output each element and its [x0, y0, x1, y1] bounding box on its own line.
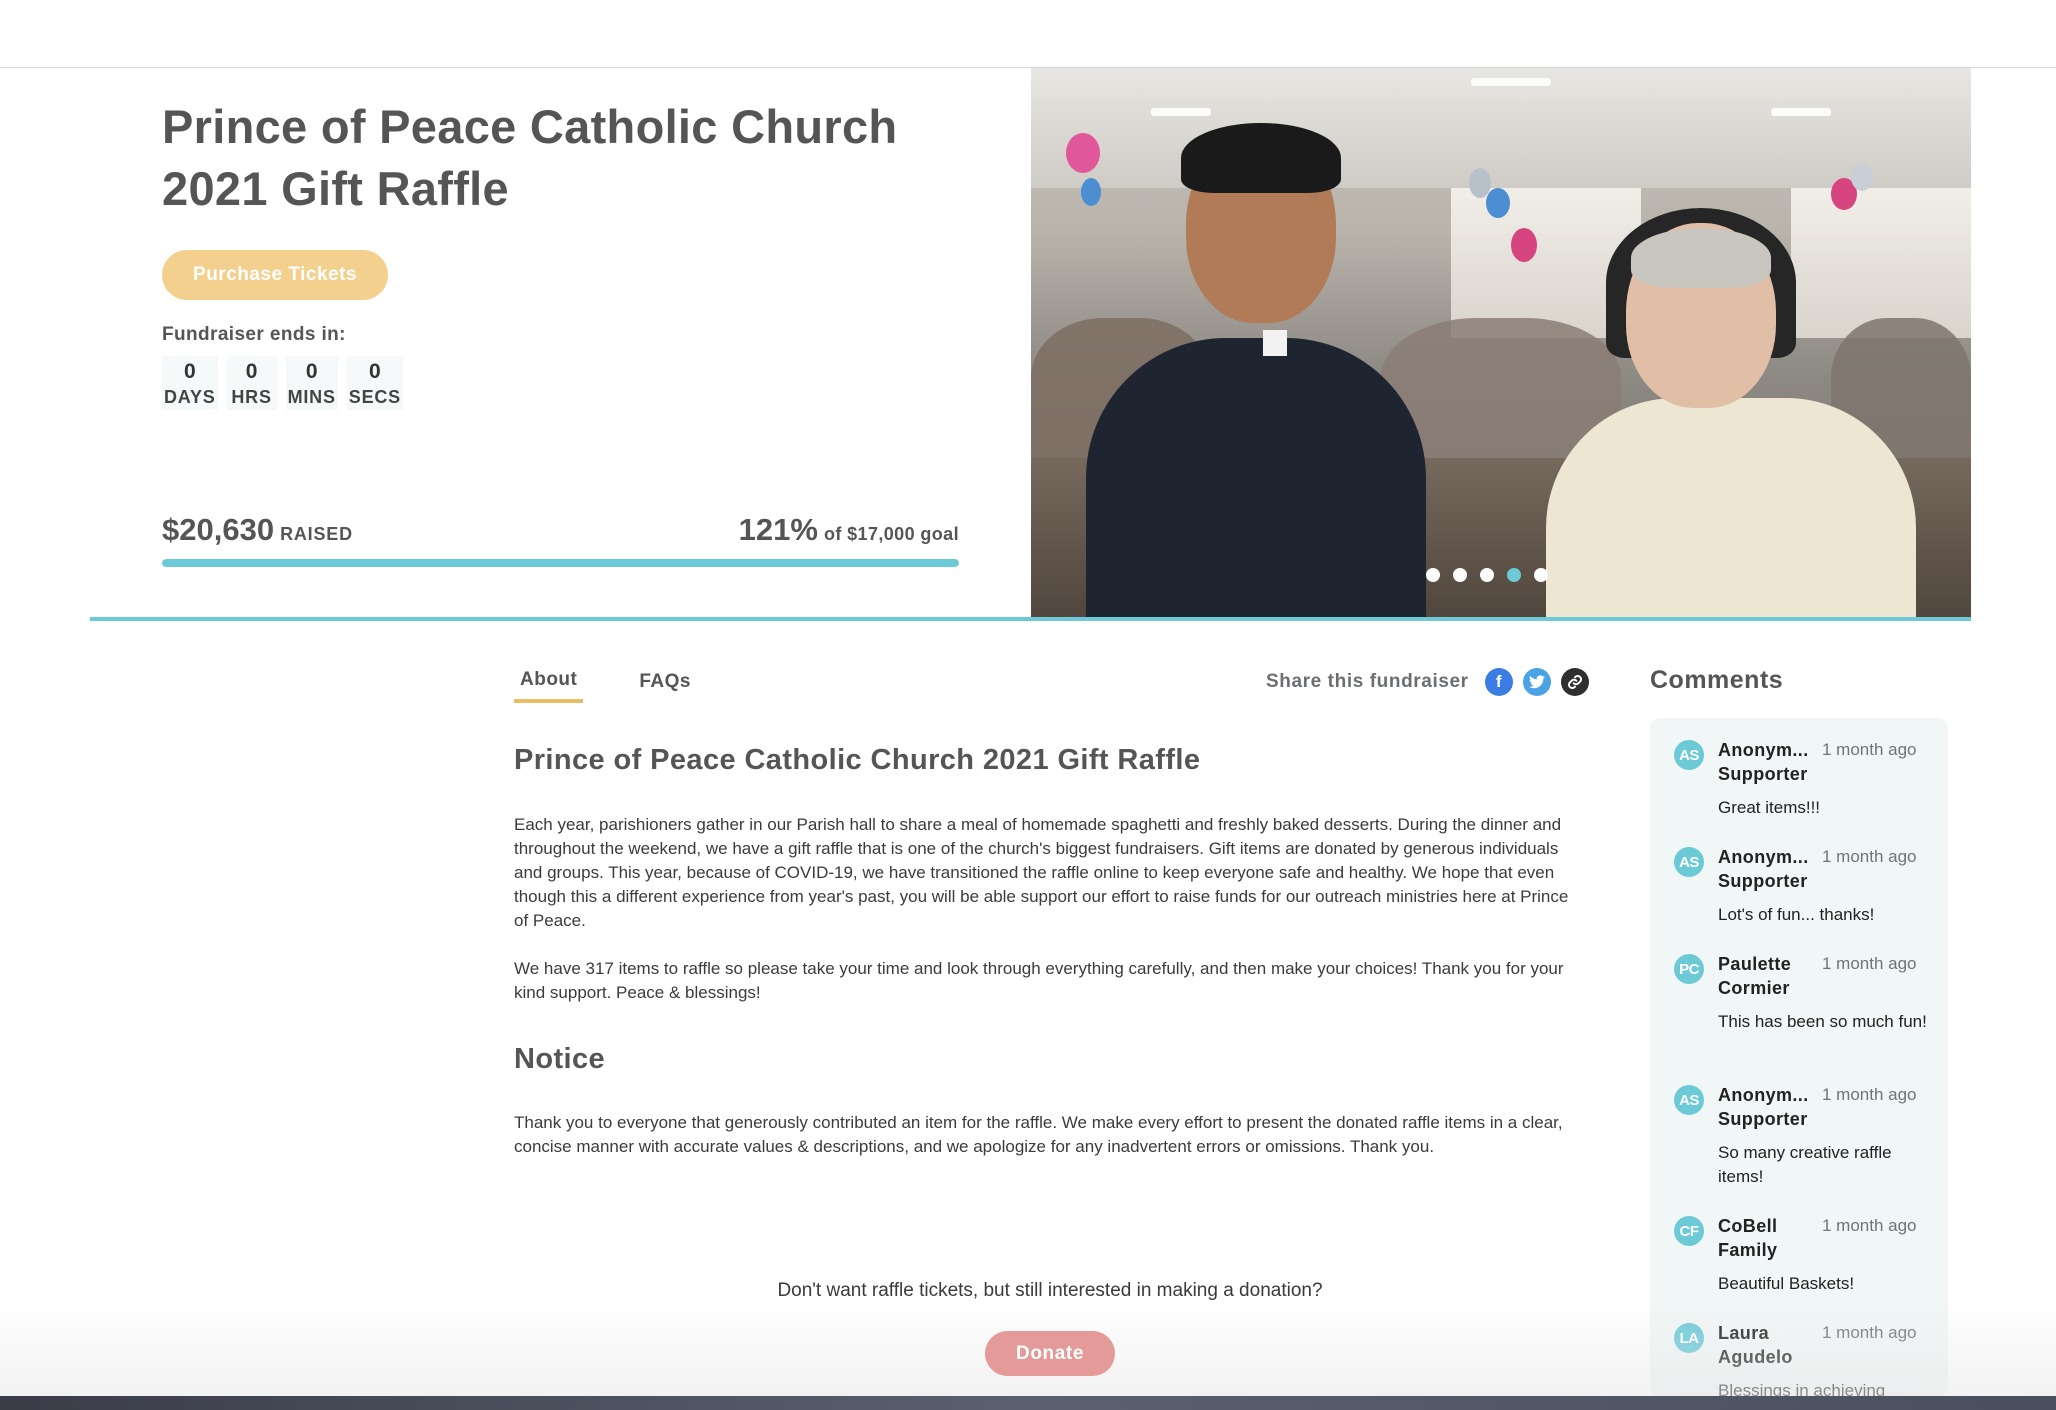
comments-panel[interactable]: AS Anonym... Supporter 1 month ago Great…	[1650, 718, 1948, 1396]
hero-divider	[90, 617, 1971, 621]
progress-bar-fill	[162, 559, 959, 567]
twitter-icon[interactable]	[1522, 668, 1551, 696]
balloon	[1486, 188, 1510, 218]
photo-person-nun	[1546, 398, 1916, 618]
photo-ceiling-light	[1151, 108, 1211, 116]
avatar: AS	[1674, 847, 1704, 877]
countdown-seconds-unit: SECS	[348, 387, 401, 407]
countdown-seconds-value: 0	[369, 360, 381, 383]
comment-text: This has been so much fun!	[1718, 1012, 1927, 1031]
countdown-hours-unit: HRS	[231, 387, 272, 407]
progress-bar	[162, 559, 959, 567]
avatar: AS	[1674, 1085, 1704, 1115]
content-tabs: About FAQs	[514, 668, 697, 703]
avatar: CF	[1674, 1216, 1704, 1246]
carousel-dot[interactable]	[1534, 568, 1548, 582]
fundraiser-header: Prince of Peace Catholic Church 2021 Gif…	[162, 96, 962, 220]
title-line-2: 2021 Gift Raffle	[162, 162, 509, 215]
top-navigation-bar	[0, 0, 2056, 68]
avatar: AS	[1674, 740, 1704, 770]
countdown-timer: 0 DAYS 0 HRS 0 MINS 0 SECS	[162, 356, 403, 410]
photo-person-priest-hair	[1181, 123, 1341, 193]
goal-label: of $17,000 goal	[823, 524, 959, 544]
purchase-tickets-button[interactable]: Purchase Tickets	[162, 250, 388, 300]
comment-time: 1 month ago	[1822, 1085, 1917, 1104]
countdown-days-unit: DAYS	[164, 387, 216, 407]
goal-percent: 121%	[738, 512, 818, 547]
balloon	[1081, 178, 1101, 206]
about-heading: Prince of Peace Catholic Church 2021 Gif…	[514, 744, 1201, 776]
countdown-hours-value: 0	[245, 360, 258, 383]
about-paragraph-2: We have 317 items to raffle so please ta…	[514, 959, 1564, 1002]
carousel-dot[interactable]	[1426, 568, 1440, 582]
donate-button[interactable]: Donate	[985, 1331, 1115, 1376]
countdown-minutes: 0 MINS	[285, 356, 338, 410]
avatar: LA	[1674, 1323, 1704, 1353]
comment-text: Great items!!!	[1718, 798, 1821, 817]
carousel-dot[interactable]	[1507, 568, 1521, 582]
comments-heading: Comments	[1650, 666, 1784, 694]
notice-heading: Notice	[514, 1043, 606, 1075]
title-line-1: Prince of Peace Catholic Church	[162, 100, 898, 153]
tab-faqs[interactable]: FAQs	[633, 668, 697, 703]
carousel-dot[interactable]	[1453, 568, 1467, 582]
countdown-days-value: 0	[183, 360, 196, 383]
facebook-icon[interactable]: f	[1484, 668, 1513, 696]
comment-time: 1 month ago	[1822, 1216, 1917, 1235]
comment-text: Lot's of fun... thanks!	[1718, 905, 1875, 924]
comment-text: So many creative raffle items!	[1718, 1143, 1892, 1186]
raised-label: RAISED	[280, 524, 353, 544]
photo-window-curtain	[1791, 188, 1971, 338]
comment-author: Paulette Cormier	[1718, 954, 1792, 998]
comment-text: Blessings in achieving	[1718, 1381, 1886, 1396]
photo-person-nun-hair	[1631, 228, 1771, 288]
donation-prompt: Don't want raffle tickets, but still int…	[777, 1280, 1323, 1301]
amount-raised: $20,630 RAISED	[162, 512, 353, 548]
comment-time: 1 month ago	[1822, 740, 1917, 759]
raised-amount: $20,630	[162, 512, 275, 547]
photo-person-priest	[1086, 338, 1426, 618]
balloon	[1511, 228, 1537, 262]
countdown-minutes-value: 0	[305, 360, 318, 383]
balloon	[1851, 163, 1873, 191]
comment-author: Anonym... Supporter	[1718, 847, 1809, 891]
countdown-days: 0 DAYS	[162, 356, 218, 410]
fundraiser-ends-label: Fundraiser ends in:	[162, 324, 346, 345]
photo-ceiling-light	[1471, 78, 1551, 86]
tab-about[interactable]: About	[514, 668, 584, 703]
photo-clerical-collar	[1263, 330, 1287, 356]
comment-author: CoBell Family	[1718, 1216, 1778, 1260]
comment-author: Anonym... Supporter	[1718, 1085, 1809, 1129]
comment-author: Anonym... Supporter	[1718, 740, 1809, 784]
comment-time: 1 month ago	[1822, 954, 1917, 973]
notice-paragraph: Thank you to everyone that generously co…	[514, 1113, 1563, 1156]
share-fundraiser: Share this fundraiser f	[1266, 668, 1589, 696]
comment-author: Laura Agudelo	[1718, 1323, 1793, 1367]
balloon	[1066, 133, 1100, 173]
countdown-minutes-unit: MINS	[287, 387, 336, 407]
photo-ceiling-light	[1771, 108, 1831, 116]
share-label: Share this fundraiser	[1266, 671, 1469, 692]
carousel-dots	[1426, 568, 1548, 582]
photo-ceiling	[1031, 68, 1971, 188]
comment-text: Beautiful Baskets!	[1718, 1274, 1855, 1293]
avatar: PC	[1674, 954, 1704, 984]
countdown-seconds: 0 SECS	[346, 356, 403, 410]
carousel-dot[interactable]	[1480, 568, 1494, 582]
comment-time: 1 month ago	[1822, 847, 1917, 866]
fundraiser-title: Prince of Peace Catholic Church 2021 Gif…	[162, 96, 962, 220]
fundraiser-photo-carousel[interactable]	[1031, 68, 1971, 618]
link-icon[interactable]	[1560, 668, 1589, 696]
desktop-dock-strip	[0, 1396, 2056, 1410]
comment-time: 1 month ago	[1822, 1323, 1917, 1342]
countdown-hours: 0 HRS	[226, 356, 277, 410]
goal-progress: 121% of $17,000 goal	[739, 512, 959, 548]
about-paragraph-1: Each year, parishioners gather in our Pa…	[514, 815, 1569, 930]
